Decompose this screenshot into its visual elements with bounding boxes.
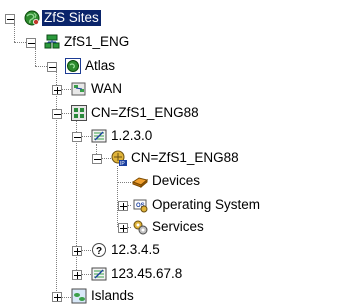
expand-toggle[interactable] bbox=[118, 201, 128, 211]
expand-toggle[interactable] bbox=[72, 246, 82, 256]
tree-node-devices[interactable]: Devices bbox=[130, 171, 250, 191]
tree-connector bbox=[56, 72, 57, 297]
tree-node-label: Islands bbox=[91, 288, 134, 303]
collapse-toggle[interactable] bbox=[52, 109, 62, 119]
tree-connector bbox=[117, 182, 131, 183]
tree-node-label: 12.3.4.5 bbox=[111, 242, 160, 257]
tree-node-wan[interactable]: WAN bbox=[52, 79, 162, 99]
unknown-question-icon: ? bbox=[92, 243, 106, 257]
tree-node-label: Atlas bbox=[85, 58, 116, 73]
devices-icon bbox=[132, 177, 148, 189]
tree-connector bbox=[117, 166, 118, 227]
tree-node-label: ZfS1_ENG bbox=[64, 34, 130, 49]
tree-node-services[interactable]: Services bbox=[118, 217, 250, 237]
tree-node-123-45-67-8[interactable]: 123.45.67.8 bbox=[72, 264, 202, 284]
ip-server-icon: IP bbox=[111, 150, 127, 166]
wan-icon bbox=[71, 82, 86, 96]
tree-node-label: 123.45.67.8 bbox=[111, 266, 183, 281]
tree-node-zfs1-eng[interactable]: ZfS1_ENG bbox=[20, 32, 160, 52]
tree-node-islands[interactable]: Islands bbox=[52, 286, 162, 306]
expand-toggle[interactable] bbox=[72, 270, 82, 280]
expand-toggle[interactable] bbox=[52, 292, 62, 302]
network-server-icon bbox=[44, 34, 60, 49]
collapse-toggle[interactable] bbox=[72, 132, 82, 142]
tree-node-label: Operating System bbox=[152, 197, 261, 212]
tree-node-label: CN=ZfS1_ENG88 bbox=[91, 105, 199, 120]
services-icon bbox=[133, 220, 148, 235]
tree-view[interactable]: ZfS Sites ZfS1_ENG Atlas WAN CN=ZfS1_ENG… bbox=[0, 0, 337, 304]
tree-node-cn-zfs1-eng88[interactable]: CN=ZfS1_ENG88 bbox=[52, 103, 242, 123]
expand-toggle[interactable] bbox=[118, 223, 128, 233]
tree-node-atlas[interactable]: Atlas bbox=[41, 56, 141, 76]
subnet-icon bbox=[91, 129, 107, 143]
tree-node-label: ZfS Sites bbox=[42, 10, 101, 26]
collapse-toggle[interactable] bbox=[26, 38, 36, 48]
directory-container-icon bbox=[71, 105, 87, 121]
tree-node-label: CN=ZfS1_ENG88 bbox=[131, 150, 239, 165]
subnet-icon bbox=[91, 267, 107, 281]
tree-node-12-3-4-5[interactable]: ? 12.3.4.5 bbox=[72, 240, 182, 260]
globe-icon bbox=[24, 10, 40, 26]
tree-node-zfs-sites[interactable]: ZfS Sites bbox=[0, 8, 180, 28]
collapse-toggle[interactable] bbox=[92, 154, 102, 164]
svg-text:?: ? bbox=[96, 246, 102, 257]
site-globe-icon bbox=[65, 58, 81, 74]
tree-node-label: 1.2.3.0 bbox=[111, 128, 153, 143]
expand-toggle[interactable] bbox=[52, 85, 62, 95]
tree-node-subnet-1-2-3-0[interactable]: 1.2.3.0 bbox=[72, 126, 182, 146]
svg-text:IP: IP bbox=[120, 161, 125, 166]
operating-system-icon: OS bbox=[133, 199, 148, 213]
tree-node-cn-zfs1-eng88-ip[interactable]: IP CN=ZfS1_ENG88 bbox=[92, 148, 302, 168]
tree-node-label: Devices bbox=[152, 173, 201, 188]
collapse-toggle[interactable] bbox=[47, 62, 57, 72]
tree-node-label: WAN bbox=[91, 81, 122, 96]
collapse-toggle[interactable] bbox=[5, 14, 15, 24]
tree-node-operating-system[interactable]: OS Operating System bbox=[118, 195, 337, 215]
islands-icon bbox=[71, 288, 87, 304]
tree-node-label: Services bbox=[152, 219, 204, 234]
